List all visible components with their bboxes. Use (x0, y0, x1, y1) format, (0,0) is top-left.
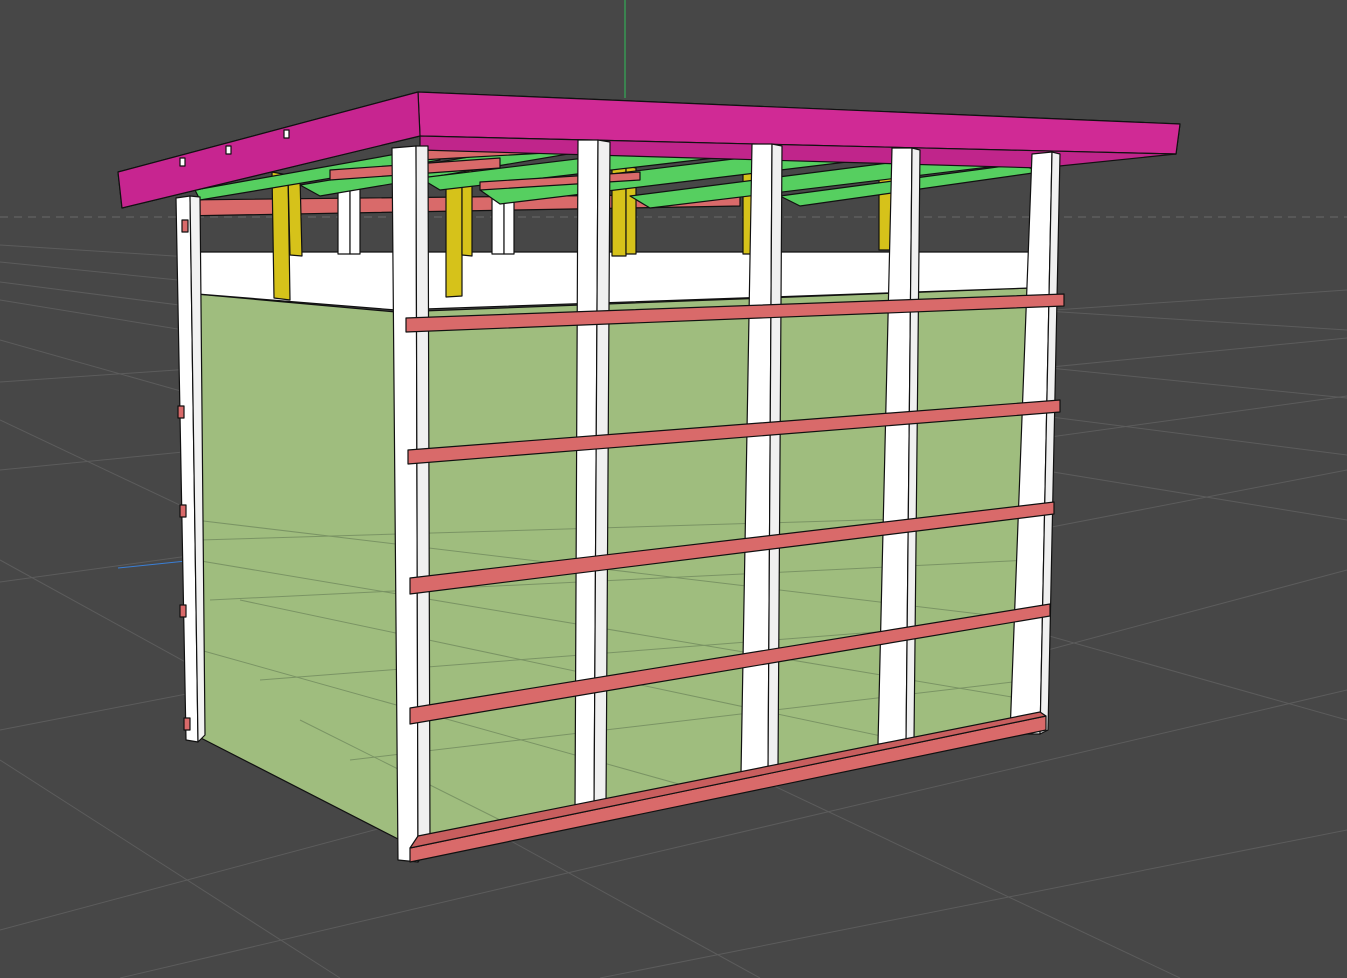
front-stud-1-side[interactable] (415, 145, 431, 863)
side-block-3[interactable] (179, 504, 187, 518)
scene-canvas[interactable] (0, 0, 1347, 978)
shed-model[interactable] (117, 91, 1181, 863)
roof-clip-2[interactable] (225, 145, 232, 155)
block-1[interactable] (271, 171, 291, 301)
side-block-2[interactable] (177, 405, 185, 419)
side-block-1[interactable] (181, 219, 189, 233)
back-post-1[interactable] (337, 185, 351, 255)
roof-panel-side-edge[interactable] (117, 91, 421, 209)
block-1b[interactable] (287, 174, 303, 257)
back-post-2[interactable] (349, 185, 361, 255)
3d-viewport[interactable] (0, 0, 1347, 978)
roof-clip-3[interactable] (283, 129, 290, 139)
roof-clip-1[interactable] (179, 157, 186, 167)
front-sheathing-panel[interactable] (395, 287, 1031, 841)
side-block-5[interactable] (183, 717, 191, 731)
side-block-4[interactable] (179, 604, 187, 618)
